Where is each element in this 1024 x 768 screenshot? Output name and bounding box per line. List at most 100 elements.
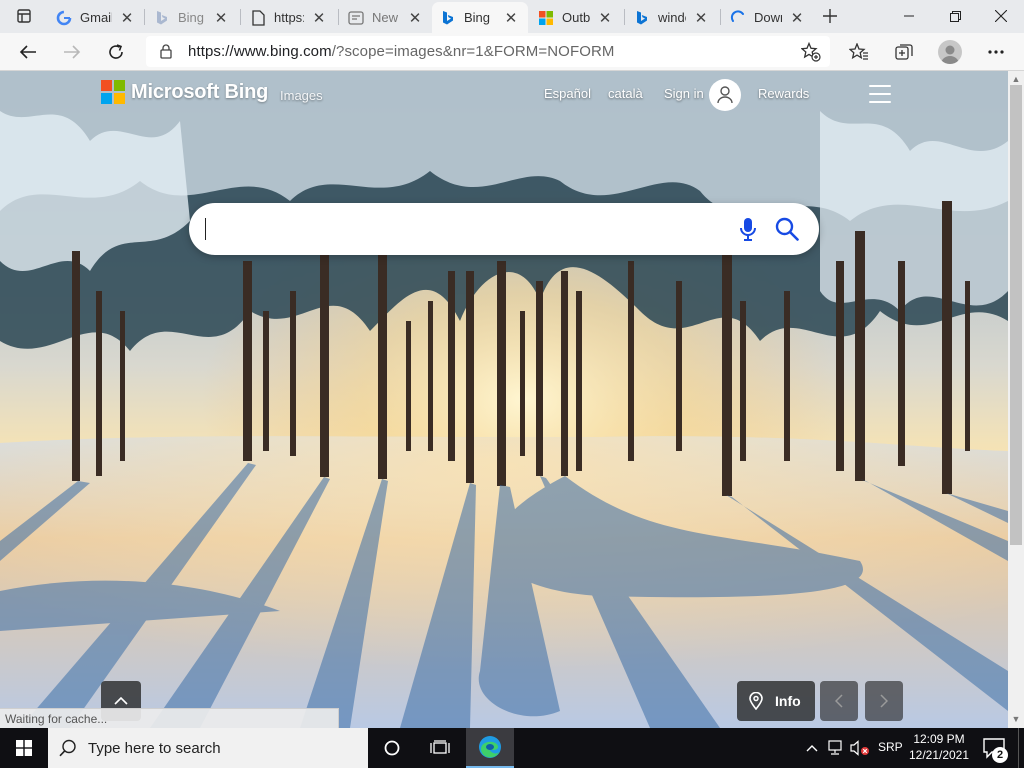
star-add-icon [801, 42, 821, 62]
windows-logo-icon [16, 740, 32, 756]
background-image [0, 71, 1008, 728]
windows-taskbar: Type here to search SRP 12:09 PM 12/21/2… [0, 728, 1024, 768]
images-nav-link[interactable]: Images [280, 88, 323, 103]
new-tab-page-icon [348, 10, 364, 26]
refresh-button[interactable] [100, 36, 132, 68]
taskbar-search-box[interactable]: Type here to search [48, 728, 368, 768]
taskbar-search-placeholder: Type here to search [88, 739, 221, 757]
task-view-button[interactable] [416, 728, 464, 768]
rewards-link[interactable]: Rewards [758, 86, 809, 101]
tab-gmail[interactable]: Gmail ✕ [48, 2, 144, 33]
lock-icon[interactable] [158, 44, 174, 60]
search-box[interactable] [189, 203, 819, 255]
search-button[interactable] [773, 215, 801, 243]
close-icon[interactable]: ✕ [692, 9, 710, 27]
search-icon [775, 217, 799, 241]
sign-in-avatar[interactable] [709, 79, 741, 111]
cortana-circle-icon [384, 740, 400, 756]
image-info-button[interactable]: Info [737, 681, 815, 721]
cortana-button[interactable] [368, 728, 416, 768]
microsoft-bing-logo[interactable]: Microsoft Bing [101, 80, 268, 104]
tab-title: https: [274, 10, 304, 25]
close-icon[interactable]: ✕ [502, 9, 520, 27]
back-arrow-icon [19, 45, 36, 59]
scrollbar-thumb[interactable] [1010, 85, 1022, 545]
tab-strip: Gmail ✕ Bing ✕ https: ✕ New ✕ Bing ✕ Out… [0, 0, 1024, 33]
brand-name: Microsoft Bing [131, 80, 269, 103]
refresh-icon [109, 44, 123, 59]
url-text[interactable]: https://www.bing.com/?scope=images&nr=1&… [188, 43, 615, 60]
clock-date: 12/21/2021 [908, 748, 970, 762]
tab-title: Bing [178, 10, 205, 25]
tab-actions-icon [17, 9, 31, 23]
plus-icon [823, 9, 837, 23]
tab-windows[interactable]: windo ✕ [626, 2, 718, 33]
minimize-button[interactable] [886, 0, 932, 32]
tab-actions-button[interactable] [8, 4, 40, 28]
input-language-indicator[interactable]: SRP [878, 740, 903, 754]
google-icon [56, 10, 72, 26]
network-button[interactable] [826, 738, 846, 758]
volume-button[interactable] [850, 738, 870, 758]
clock-time: 12:09 PM [913, 732, 965, 746]
location-pin-icon [749, 692, 765, 710]
add-favorite-button[interactable] [798, 39, 824, 65]
tab-outlook[interactable]: Outb ✕ [530, 2, 622, 33]
tab-bing[interactable]: Bing ✕ [146, 2, 238, 33]
text-cursor [205, 218, 206, 240]
language-espanol-link[interactable]: Español [544, 86, 591, 101]
show-hidden-icons-button[interactable] [802, 738, 822, 758]
speaker-muted-icon [850, 740, 869, 756]
restore-button[interactable] [932, 0, 978, 32]
tab-new-tab[interactable]: New ✕ [340, 2, 432, 33]
user-icon [717, 86, 733, 104]
close-icon[interactable]: ✕ [406, 9, 424, 27]
profile-avatar-button[interactable] [938, 40, 962, 64]
close-icon[interactable]: ✕ [118, 9, 136, 27]
back-button[interactable] [12, 36, 44, 68]
close-icon[interactable]: ✕ [310, 9, 328, 27]
show-desktop-button[interactable] [1018, 728, 1024, 768]
tab-title: Gmail [80, 10, 112, 25]
tab-bing-active[interactable]: Bing ✕ [432, 2, 528, 33]
sign-in-link[interactable]: Sign in [664, 86, 704, 101]
close-window-button[interactable] [978, 0, 1024, 32]
url-host: https://www.bing.com [188, 43, 332, 60]
chevron-up-icon [806, 745, 818, 752]
microsoft-icon [538, 10, 554, 26]
url-path: /?scope=images&nr=1&FORM=NOFORM [331, 43, 615, 60]
taskbar-edge-button[interactable] [466, 728, 514, 768]
taskbar-clock[interactable]: 12:09 PM 12/21/2021 [908, 731, 970, 763]
search-icon [48, 739, 88, 757]
close-icon[interactable]: ✕ [212, 9, 230, 27]
microsoft-logo-icon [101, 80, 125, 104]
previous-image-button[interactable] [820, 681, 858, 721]
hamburger-menu-button[interactable] [869, 85, 891, 103]
favorites-button[interactable] [843, 36, 875, 68]
scroll-up-arrow[interactable]: ▲ [1008, 72, 1024, 86]
start-button[interactable] [0, 728, 48, 768]
close-icon[interactable]: ✕ [596, 9, 614, 27]
bing-icon [440, 10, 456, 26]
scroll-down-arrow[interactable]: ▼ [1008, 712, 1024, 726]
tab-download[interactable]: Dowr ✕ [722, 2, 814, 33]
tab-https[interactable]: https: ✕ [242, 2, 336, 33]
close-icon [995, 10, 1007, 22]
address-bar[interactable]: https://www.bing.com/?scope=images&nr=1&… [146, 36, 830, 67]
loading-icon [730, 9, 746, 26]
notification-count-badge: 2 [992, 747, 1008, 763]
next-image-button[interactable] [865, 681, 903, 721]
language-catala-link[interactable]: català [608, 86, 643, 101]
collections-button[interactable] [888, 36, 920, 68]
tab-title: windo [658, 10, 686, 25]
more-dots-icon [988, 50, 1004, 54]
search-input[interactable] [205, 213, 725, 245]
close-icon[interactable]: ✕ [788, 9, 806, 27]
settings-menu-button[interactable] [980, 36, 1012, 68]
voice-search-button[interactable] [737, 215, 759, 243]
forward-button[interactable] [56, 36, 88, 68]
page-viewport: Microsoft Bing Images Español català Sig… [0, 71, 1008, 728]
new-tab-button[interactable] [818, 5, 842, 27]
favorites-star-icon [849, 43, 868, 60]
info-label: Info [775, 693, 801, 709]
